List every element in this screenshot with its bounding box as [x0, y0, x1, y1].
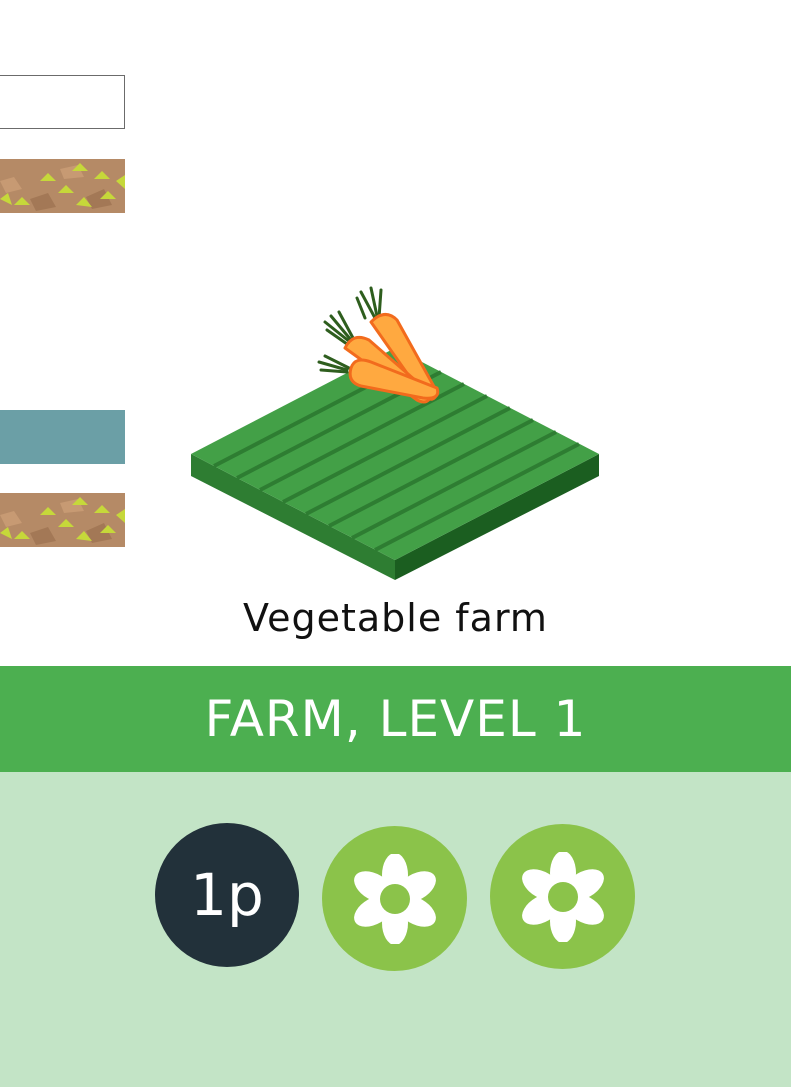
reward-token[interactable]: [490, 824, 635, 969]
dirt-tile-icon: [0, 493, 125, 547]
dirt-tile-top[interactable]: [0, 159, 125, 213]
card-title: FARM, LEVEL 1: [204, 690, 587, 748]
vegetable-farm-illustration[interactable]: [185, 282, 605, 587]
cost-token[interactable]: 1p: [155, 823, 299, 967]
dirt-tile-icon: [0, 159, 125, 213]
cost-label: 1p: [190, 861, 264, 929]
reward-token[interactable]: [322, 826, 467, 971]
card-caption: Vegetable farm: [243, 596, 548, 640]
flower-icon: [521, 851, 604, 942]
flower-icon: [353, 853, 436, 944]
card-title-banner: FARM, LEVEL 1: [0, 666, 791, 772]
dirt-tile-bottom[interactable]: [0, 493, 125, 547]
progress-bar: [0, 410, 125, 464]
empty-slot[interactable]: [0, 75, 125, 129]
